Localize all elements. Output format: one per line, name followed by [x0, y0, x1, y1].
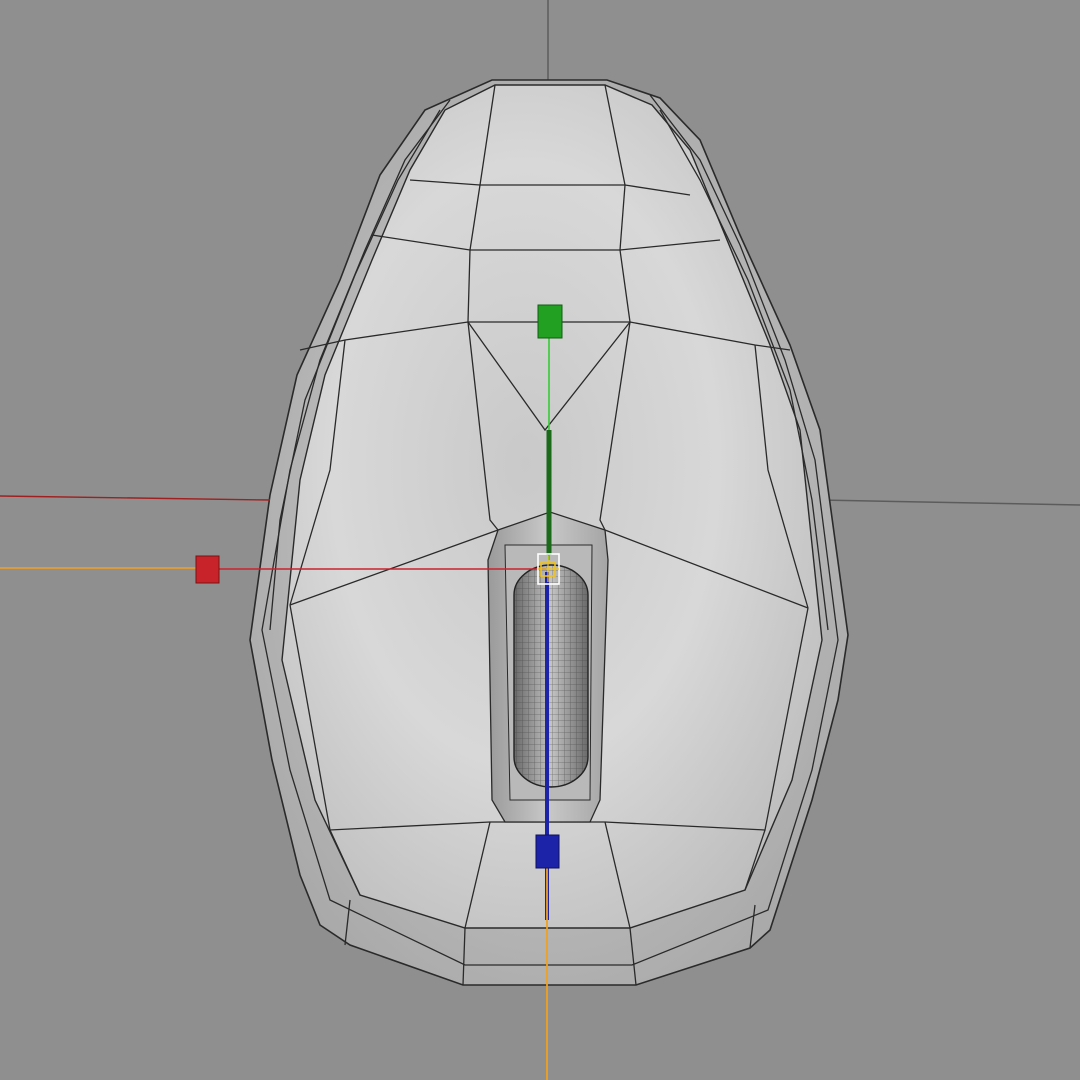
y-axis-handle-icon[interactable]: [537, 304, 563, 339]
3d-viewport[interactable]: [0, 0, 1080, 1080]
z-axis-handle-icon[interactable]: [535, 834, 560, 869]
x-axis-extension: [0, 495, 271, 501]
viewport-canvas[interactable]: [0, 0, 1080, 1080]
x-axis-handle-icon[interactable]: [195, 555, 220, 584]
scroll-wheel[interactable]: [513, 564, 589, 788]
